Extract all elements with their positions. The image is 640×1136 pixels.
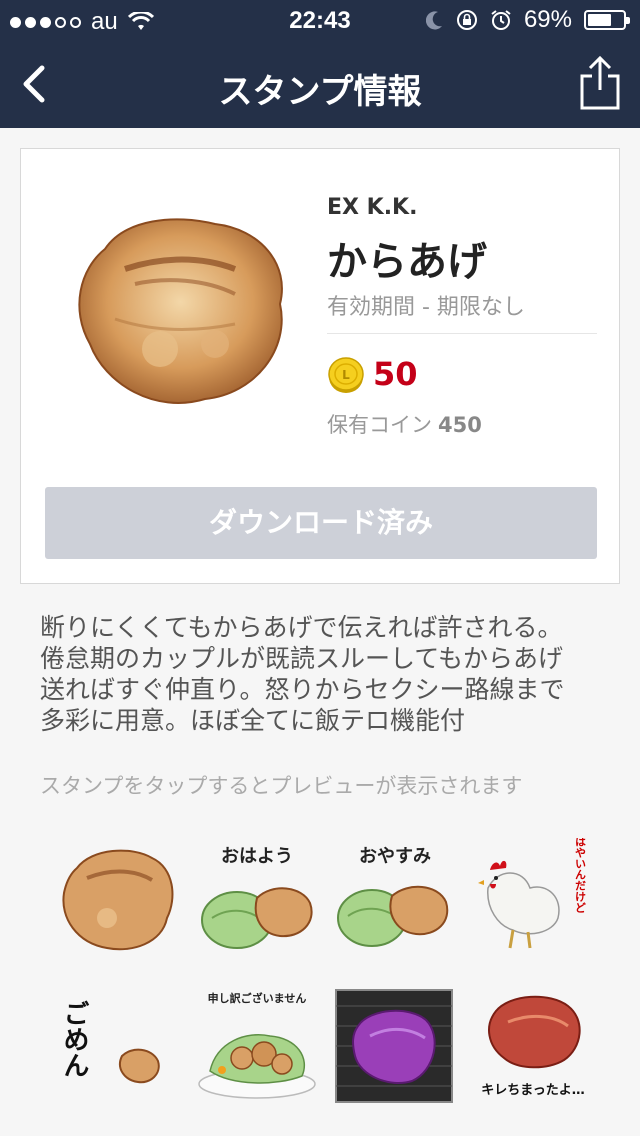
alarm-icon — [491, 10, 511, 30]
description-line: 送ればすぐ仲直り。怒りからセクシー路線まで — [40, 675, 565, 704]
sticker-thumb[interactable]: ごめん — [52, 986, 182, 1106]
description-line: 倦怠期のカップルが既読スルーしてもからあげ — [40, 644, 564, 673]
nav-bar: スタンプ情報 — [0, 40, 640, 128]
rotation-lock-icon — [456, 10, 477, 30]
svg-text:L: L — [342, 368, 350, 382]
status-bar: au 22:43 69% — [0, 0, 640, 40]
sticker-caption: ごめん — [59, 1000, 89, 1078]
sticker-thumb[interactable] — [330, 986, 460, 1106]
sticker-caption: おやすみ — [359, 846, 431, 867]
sticker-thumb[interactable]: 明日朝はやいんだけど — [468, 838, 598, 958]
sticker-thumb[interactable]: キレちまったよ… — [468, 986, 598, 1106]
moon-icon — [425, 11, 442, 30]
validity-period: 有効期間 - 期限なし — [327, 295, 525, 320]
share-button-share-icon[interactable] — [576, 54, 624, 112]
owned-coins-value: 450 — [438, 413, 482, 437]
karaage-sticker-main-image — [78, 218, 283, 404]
status-right-group: 69% — [425, 6, 630, 34]
battery-icon — [584, 10, 630, 30]
sticker-caption: キレちまったよ… — [481, 1083, 584, 1098]
owned-coins-label: 保有コイン — [327, 413, 432, 437]
sticker-caption: おはよう — [221, 846, 293, 867]
sticker-thumb[interactable]: おはよう — [192, 838, 322, 958]
sticker-thumb[interactable]: おやすみ — [330, 838, 460, 958]
sticker-caption: 申し訳ございません — [208, 991, 307, 1005]
sticker-title: からあげ — [327, 239, 487, 285]
sticker-info-card: EX K.K. からあげ 有効期間 - 期限なし L 50 保有コイン 450 ダ… — [20, 148, 620, 584]
page-title: スタンプ情報 — [218, 72, 422, 112]
coin-icon: L — [328, 357, 364, 393]
sticker-description: 断りにくくてもからあげで伝えれば許される。 倦怠期のカップルが既読スルーしてもか… — [40, 612, 600, 736]
preview-hint: スタンプをタップするとプレビューが表示されます — [40, 774, 523, 798]
sticker-preview-grid: おはよう おやすみ 明日朝はやいんだけど ごめん 申し訳ございません キレちまっ… — [40, 826, 600, 1116]
description-line: 多彩に用意。ほぼ全てに飯テロ機能付 — [40, 706, 466, 735]
publisher-name[interactable]: EX K.K. — [327, 195, 417, 220]
owned-coins: 保有コイン 450 — [327, 409, 482, 439]
sticker-caption: 明日朝はやいんだけど — [574, 838, 587, 913]
description-line: 断りにくくてもからあげで伝えれば許される。 — [40, 613, 563, 642]
divider — [327, 333, 597, 334]
download-button[interactable]: ダウンロード済み — [45, 487, 597, 559]
sticker-thumb[interactable] — [52, 838, 182, 958]
battery-percent: 69% — [523, 6, 572, 33]
sticker-thumb[interactable]: 申し訳ございません — [192, 986, 322, 1106]
coin-price: 50 — [373, 355, 418, 393]
